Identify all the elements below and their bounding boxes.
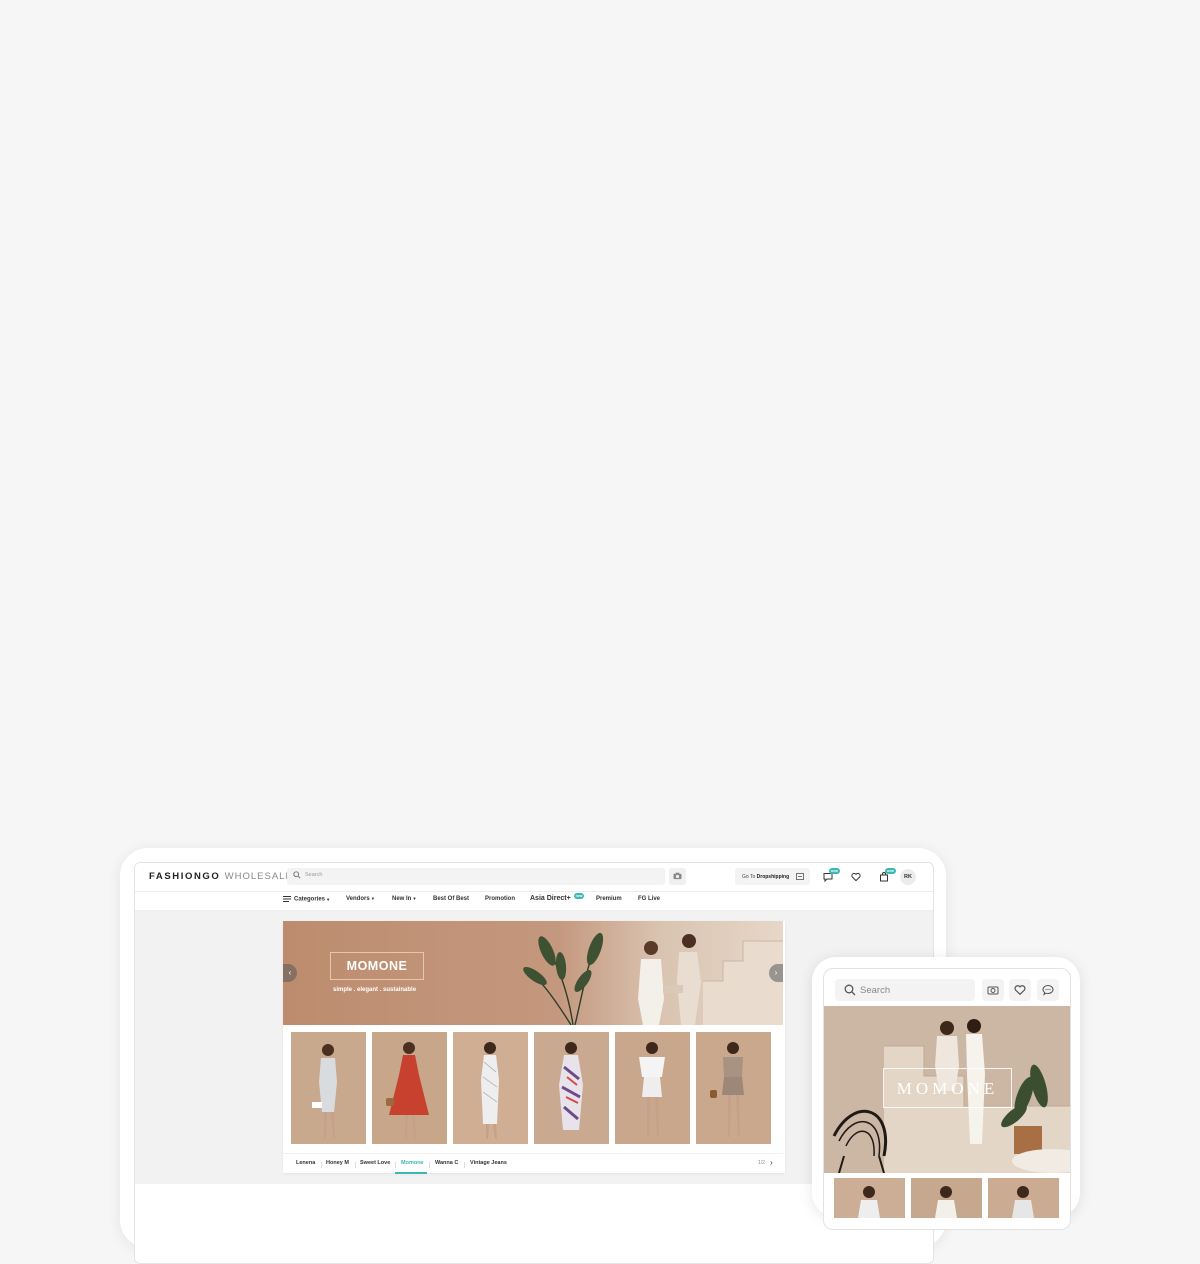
vendor-tabs: Lenena Honey M Sweet Love Momone Wanna C… xyxy=(283,1153,783,1174)
external-link-icon xyxy=(796,873,804,880)
top-header: FASHIONGO WHOLESALE Search Go To Dropshi… xyxy=(135,863,933,892)
nav-premium[interactable]: Premium xyxy=(596,896,622,902)
nav-new-in-label: New In xyxy=(392,896,412,902)
phone-device-frame: Search MOMONE xyxy=(812,957,1080,1230)
tab-divider xyxy=(429,1162,430,1168)
image-search-button[interactable] xyxy=(669,868,686,885)
chat-icon xyxy=(1042,984,1054,996)
search-input[interactable]: Search xyxy=(287,868,665,885)
product-image xyxy=(615,1032,690,1144)
dropshipping-button[interactable]: Go To Dropshipping xyxy=(735,868,810,885)
mobile-hero-brand-box: MOMONE xyxy=(883,1068,1012,1108)
user-avatar[interactable]: RK xyxy=(900,869,916,885)
hero-brand-box: MOMONE xyxy=(330,952,424,980)
product-image xyxy=(988,1178,1059,1218)
product-card[interactable] xyxy=(696,1032,771,1144)
messages-new-badge: new xyxy=(829,868,840,874)
mobile-hero-banner[interactable]: MOMONE xyxy=(824,1006,1070,1173)
tab-divider xyxy=(395,1162,396,1168)
chevron-down-icon: ▾ xyxy=(327,896,330,902)
mobile-product-card[interactable] xyxy=(911,1178,982,1218)
product-image xyxy=(834,1178,905,1218)
mobile-search-input[interactable]: Search xyxy=(835,979,975,1001)
chevron-down-icon: ▾ xyxy=(371,896,374,901)
tab-divider xyxy=(355,1162,356,1168)
product-card[interactable] xyxy=(615,1032,690,1144)
cart-button[interactable]: new xyxy=(878,868,896,884)
tab-vintage-jeans[interactable]: Vintage Jeans xyxy=(470,1160,507,1166)
mobile-product-card[interactable] xyxy=(988,1178,1059,1218)
product-card[interactable] xyxy=(453,1032,528,1144)
pager-next-button[interactable]: › xyxy=(770,1158,773,1167)
heart-icon xyxy=(1014,985,1026,996)
tab-divider xyxy=(464,1162,465,1168)
product-row xyxy=(291,1032,775,1144)
nav-categories[interactable]: Categories ▾ xyxy=(283,896,329,903)
active-tab-indicator xyxy=(395,1172,427,1174)
fashiongo-logo[interactable]: FASHIONGO WHOLESALE xyxy=(149,871,293,882)
tab-divider xyxy=(321,1162,322,1168)
product-image xyxy=(696,1032,771,1144)
product-image xyxy=(453,1032,528,1144)
menu-icon xyxy=(283,896,291,902)
hero-brand-name: MOMONE xyxy=(346,959,408,973)
product-image xyxy=(534,1032,609,1144)
tab-lenena[interactable]: Lenena xyxy=(296,1160,315,1166)
cart-new-badge: new xyxy=(885,868,896,874)
tab-sweet-love[interactable]: Sweet Love xyxy=(360,1160,390,1166)
nav-asia-direct[interactable]: Asia Direct+ new xyxy=(530,893,585,902)
nav-promotion[interactable]: Promotion xyxy=(485,896,515,902)
nav-vendors-label: Vendors xyxy=(346,896,370,902)
camera-icon xyxy=(673,872,682,880)
tab-pager: 1/2 xyxy=(758,1160,765,1166)
mobile-image-search-button[interactable] xyxy=(982,979,1004,1001)
product-card[interactable] xyxy=(534,1032,609,1144)
main-nav: Categories ▾ Vendors ▾ New In ▾ Best Of Bes… xyxy=(135,892,933,911)
search-placeholder: Search xyxy=(305,872,323,878)
chevron-down-icon: ▾ xyxy=(413,896,416,901)
nav-vendors[interactable]: Vendors ▾ xyxy=(346,896,374,902)
hero-tagline: simple . elegant . sustainable xyxy=(333,987,417,993)
nav-categories-label: Categories xyxy=(294,896,326,903)
tab-wanna-c[interactable]: Wanna C xyxy=(435,1160,458,1166)
mobile-product-row xyxy=(834,1178,1064,1218)
mobile-wishlist-button[interactable] xyxy=(1009,979,1031,1001)
heart-icon xyxy=(851,872,861,882)
dropshipping-label: Dropshipping xyxy=(756,874,790,880)
tab-momone[interactable]: Momone xyxy=(401,1160,424,1166)
nav-asia-direct-label: Asia Direct+ xyxy=(530,895,571,902)
product-image xyxy=(291,1032,366,1144)
product-card[interactable] xyxy=(291,1032,366,1144)
tab-honey-m[interactable]: Honey M xyxy=(326,1160,349,1166)
nav-new-in[interactable]: New In ▾ xyxy=(392,896,416,902)
product-card[interactable] xyxy=(372,1032,447,1144)
hero-next-button[interactable]: › xyxy=(769,964,783,982)
phone-screen: Search MOMONE xyxy=(823,968,1071,1230)
logo-bold: FASHIONGO xyxy=(149,871,221,882)
vendor-showcase: MOMONE simple . elegant . sustainable ‹ … xyxy=(283,921,785,1174)
messages-button[interactable]: new xyxy=(822,868,840,884)
search-icon xyxy=(293,871,301,879)
product-image xyxy=(911,1178,982,1218)
hero-banner[interactable]: MOMONE simple . elegant . sustainable ‹ … xyxy=(283,921,783,1025)
mobile-messages-button[interactable] xyxy=(1037,979,1059,1001)
product-image xyxy=(372,1032,447,1144)
nav-best-of-best[interactable]: Best Of Best xyxy=(433,896,469,902)
wishlist-button[interactable] xyxy=(850,870,864,884)
mobile-search-placeholder: Search xyxy=(860,985,891,996)
logo-light: WHOLESALE xyxy=(224,871,293,882)
mobile-product-card[interactable] xyxy=(834,1178,905,1218)
mobile-hero-brand-name: MOMONE xyxy=(896,1079,999,1098)
dropshipping-prefix: Go To xyxy=(742,874,756,880)
nav-fg-live[interactable]: FG Live xyxy=(638,896,660,902)
asia-new-badge: new xyxy=(573,893,585,899)
camera-icon xyxy=(987,986,999,995)
search-icon xyxy=(844,984,856,996)
